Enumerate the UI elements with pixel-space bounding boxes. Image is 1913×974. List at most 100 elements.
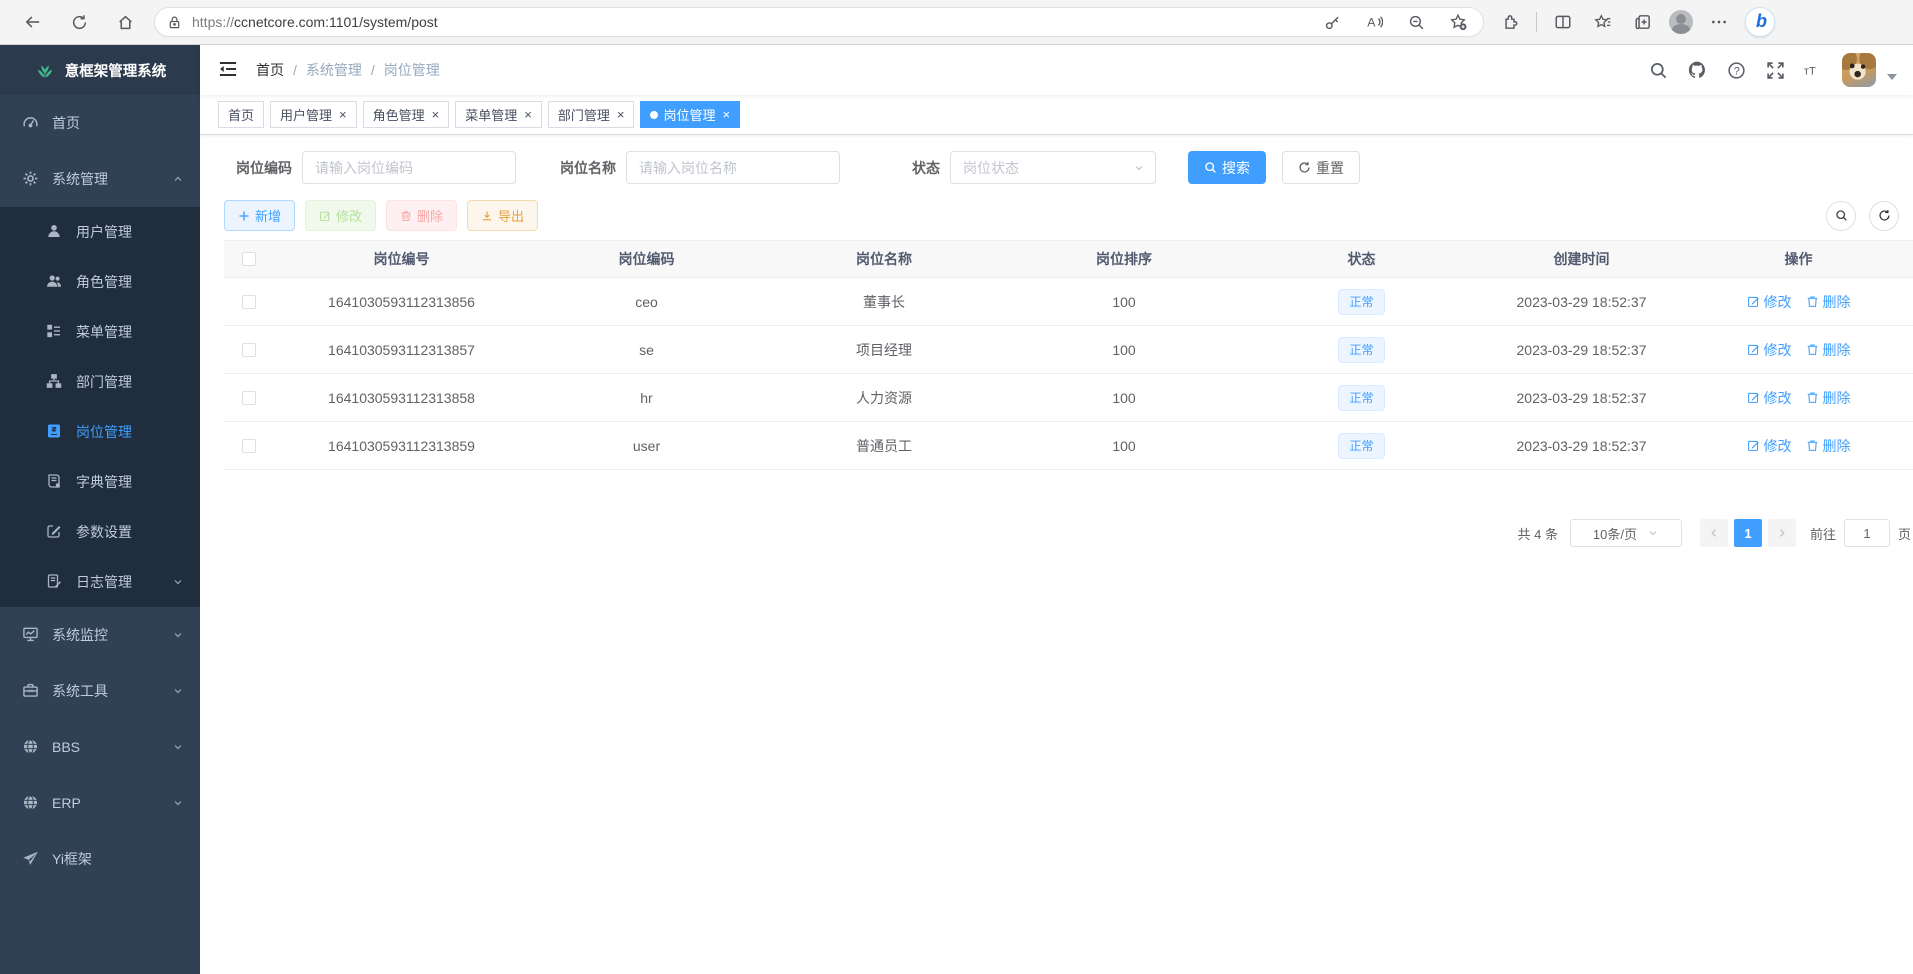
tab-close-icon[interactable]: × [617, 107, 625, 122]
created-time: 2023-03-29 18:52:37 [1479, 390, 1684, 406]
edit-button[interactable]: 修改 [305, 200, 376, 231]
post-code: hr [529, 390, 764, 406]
post-id: 1641030593112313859 [274, 438, 529, 454]
select-all-checkbox[interactable] [242, 252, 256, 266]
row-checkbox[interactable] [242, 391, 256, 405]
sidebar-item-menu-mgmt[interactable]: 菜单管理 [0, 307, 200, 357]
tab-role-mgmt[interactable]: 角色管理× [363, 101, 450, 128]
status-badge: 正常 [1338, 433, 1384, 459]
favorites-icon[interactable] [1589, 7, 1617, 37]
sidebar-item-param-settings[interactable]: 参数设置 [0, 507, 200, 557]
chevron-down-icon [172, 629, 184, 641]
tab-user-mgmt[interactable]: 用户管理× [270, 101, 357, 128]
post-code-input[interactable] [302, 151, 516, 184]
user-avatar[interactable] [1842, 53, 1876, 87]
extensions-icon[interactable] [1496, 7, 1524, 37]
help-question-icon[interactable]: ? [1725, 59, 1747, 81]
row-edit-link[interactable]: 修改 [1747, 340, 1792, 360]
refresh-table-circle-button[interactable] [1869, 201, 1899, 231]
font-size-icon[interactable]: тT [1803, 59, 1825, 81]
sidebar-item-user-mgmt[interactable]: 用户管理 [0, 207, 200, 257]
avatar-dropdown-caret-icon[interactable] [1887, 74, 1897, 80]
sidebar-item-system-monitor[interactable]: 系统监控 [0, 607, 200, 663]
copilot-bing-icon[interactable]: b [1745, 7, 1775, 37]
sidebar-item-post-mgmt[interactable]: 岗位管理 [0, 407, 200, 457]
tab-close-icon[interactable]: × [722, 107, 730, 122]
breadcrumb-system-mgmt: 系统管理 [306, 60, 362, 80]
read-aloud-icon[interactable]: A [1361, 9, 1387, 35]
post-name-input[interactable] [626, 151, 840, 184]
page-size-select[interactable]: 10条/页 [1570, 519, 1682, 547]
browser-profile-avatar[interactable] [1669, 10, 1693, 34]
next-page-button[interactable] [1768, 519, 1796, 547]
row-delete-link[interactable]: 删除 [1806, 388, 1851, 408]
show-search-circle-button[interactable] [1826, 201, 1856, 231]
sidebar-item-log-mgmt[interactable]: 日志管理 [0, 557, 200, 607]
row-checkbox[interactable] [242, 439, 256, 453]
goto-label: 前往 [1810, 524, 1836, 543]
delete-button[interactable]: 删除 [386, 200, 457, 231]
tab-post-mgmt[interactable]: 岗位管理× [640, 101, 740, 128]
fullscreen-icon[interactable] [1764, 59, 1786, 81]
sidebar-item-erp[interactable]: ERP [0, 775, 200, 831]
export-button[interactable]: 导出 [467, 200, 538, 231]
row-delete-link[interactable]: 删除 [1806, 436, 1851, 456]
add-button[interactable]: 新增 [224, 200, 295, 231]
browser-back-button[interactable] [18, 7, 48, 37]
browser-home-button[interactable] [110, 7, 140, 37]
github-icon[interactable] [1686, 59, 1708, 81]
sidebar-item-home[interactable]: 首页 [0, 95, 200, 151]
sidebar-item-role-mgmt[interactable]: 角色管理 [0, 257, 200, 307]
address-bar[interactable]: https://ccnetcore.com:1101/system/post A [154, 7, 1484, 37]
sidebar-toggle-hamburger-icon[interactable] [218, 59, 240, 81]
browser-settings-more-icon[interactable] [1705, 7, 1733, 37]
row-delete-link[interactable]: 删除 [1806, 292, 1851, 312]
svg-text:b: b [1756, 12, 1767, 31]
browser-refresh-button[interactable] [64, 7, 94, 37]
status-select[interactable]: 岗位状态 [950, 151, 1156, 184]
search-button[interactable]: 搜索 [1188, 151, 1266, 184]
breadcrumb-home[interactable]: 首页 [256, 60, 284, 80]
page-number-button[interactable]: 1 [1734, 519, 1762, 547]
created-time: 2023-03-29 18:52:37 [1479, 342, 1684, 358]
sidebar-item-system-tools[interactable]: 系统工具 [0, 663, 200, 719]
prev-page-button[interactable] [1700, 519, 1728, 547]
dictionary-book-icon [46, 473, 64, 491]
sidebar-item-dept-mgmt[interactable]: 部门管理 [0, 357, 200, 407]
tab-menu-mgmt[interactable]: 菜单管理× [455, 101, 542, 128]
row-checkbox[interactable] [242, 343, 256, 357]
col-status: 状态 [1244, 249, 1479, 269]
col-post-name: 岗位名称 [764, 249, 1004, 269]
url-text[interactable]: https://ccnetcore.com:1101/system/post [192, 14, 1303, 30]
row-edit-link[interactable]: 修改 [1747, 436, 1792, 456]
zoom-out-icon[interactable] [1403, 9, 1429, 35]
split-screen-icon[interactable] [1549, 7, 1577, 37]
password-key-icon[interactable] [1319, 9, 1345, 35]
sidebar-item-dict-mgmt[interactable]: 字典管理 [0, 457, 200, 507]
sidebar-item-system-mgmt[interactable]: 系统管理 [0, 151, 200, 207]
tab-close-icon[interactable]: × [339, 107, 347, 122]
app-logo[interactable]: 意框架管理系统 [0, 45, 200, 95]
add-favorite-star-icon[interactable] [1445, 9, 1471, 35]
tab-close-icon[interactable]: × [432, 107, 440, 122]
table-row: 1641030593112313856 ceo 董事长 100 正常 2023-… [224, 278, 1913, 326]
reset-button[interactable]: 重置 [1282, 151, 1360, 184]
post-sort: 100 [1004, 390, 1244, 406]
sidebar-item-bbs[interactable]: BBS [0, 719, 200, 775]
post-sort: 100 [1004, 342, 1244, 358]
row-checkbox[interactable] [242, 295, 256, 309]
site-security-lock-icon[interactable] [167, 15, 182, 30]
tab-close-icon[interactable]: × [524, 107, 532, 122]
sidebar-item-yi-framework[interactable]: Yi框架 [0, 831, 200, 887]
tab-dept-mgmt[interactable]: 部门管理× [548, 101, 635, 128]
tab-actions-icon[interactable] [1629, 7, 1657, 37]
goto-page-input[interactable] [1844, 519, 1890, 547]
row-edit-link[interactable]: 修改 [1747, 292, 1792, 312]
header-search-icon[interactable] [1647, 59, 1669, 81]
row-edit-link[interactable]: 修改 [1747, 388, 1792, 408]
status-badge: 正常 [1338, 385, 1384, 411]
row-delete-link[interactable]: 删除 [1806, 340, 1851, 360]
breadcrumb: 首页 / 系统管理 / 岗位管理 [256, 60, 440, 80]
app-header: 首页 / 系统管理 / 岗位管理 ? т [200, 45, 1913, 95]
tab-home[interactable]: 首页 [218, 101, 264, 128]
